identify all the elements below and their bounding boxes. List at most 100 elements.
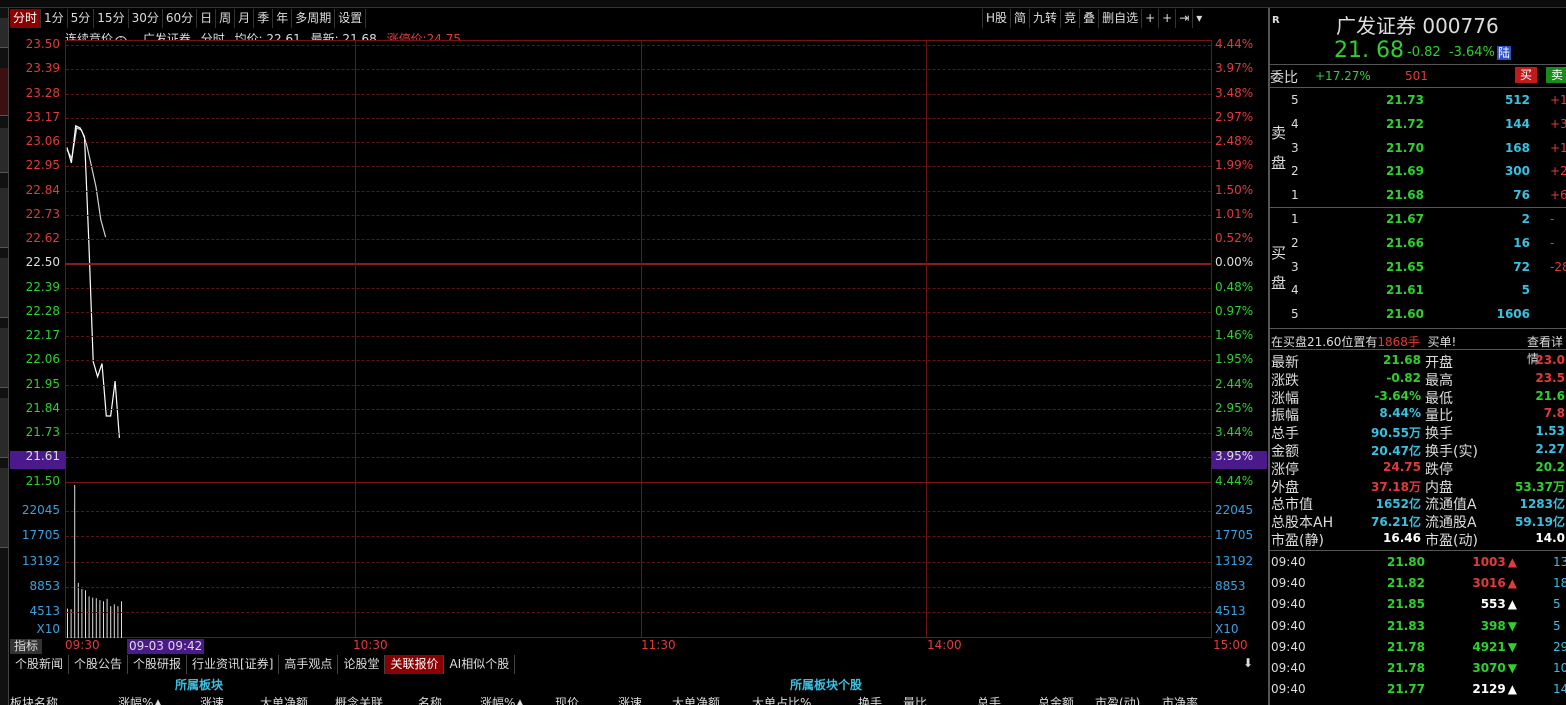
stat-value: 8.44% [1379, 406, 1421, 421]
stat-value: 20.47亿 [1371, 444, 1421, 458]
level-price: 21.67 [1386, 212, 1424, 226]
quote-stat-row: 市盈(静) 16.46 市盈(动) 14.0 [1271, 530, 1566, 549]
info-tab[interactable]: 论股堂 [338, 655, 386, 674]
download-icon[interactable]: ⬇ [1243, 656, 1253, 670]
stat-value: 24.75 [1383, 459, 1421, 474]
column-header[interactable]: 概念关联 [335, 694, 383, 705]
chart-tool-button[interactable]: ⇥ [1175, 9, 1192, 28]
time-axis: 09:30 10:30 11:30 14:00 15:00 [65, 638, 1265, 654]
info-tab[interactable]: 行业资讯[证券] [187, 655, 280, 674]
orderbook-row[interactable]: 2 21.69 300 +20 [1270, 160, 1566, 184]
intraday-chart[interactable] [65, 40, 1212, 638]
divider [1270, 328, 1566, 329]
sell-button[interactable]: 卖 [1546, 67, 1566, 83]
period-tab[interactable]: 30分 [129, 9, 163, 28]
info-tab[interactable]: 个股研报 [128, 655, 188, 674]
grid-line [66, 287, 1211, 289]
period-tab[interactable]: 多周期 [292, 9, 336, 28]
period-tab[interactable]: 周 [216, 9, 236, 28]
level: 3 [1291, 140, 1299, 155]
level-price: 21.66 [1386, 235, 1424, 250]
up-arrow-icon: ▲ [1507, 597, 1517, 612]
connect-badge: 陆 [1497, 46, 1512, 60]
column-header[interactable]: 涨幅%▲ [480, 694, 525, 705]
chart-tool-button[interactable]: 竞 [1060, 9, 1079, 28]
chart-tool-button[interactable]: + [1158, 9, 1175, 28]
orderbook-row[interactable]: 4 21.72 144 +3 [1270, 113, 1566, 137]
pct-tick-label: 3.44% [1215, 425, 1254, 439]
column-header[interactable]: 市盈(动) [1095, 694, 1140, 705]
volume-bar [85, 590, 86, 638]
stat-value: 14.0 [1535, 531, 1565, 545]
down-arrow-icon: ▼ [1507, 661, 1517, 675]
column-header[interactable]: 大单占比% [752, 694, 811, 705]
orderbook-row[interactable]: 3 21.65 72 -28 [1270, 256, 1566, 280]
orderbook-row[interactable]: 5 21.60 1606 [1270, 303, 1566, 327]
info-tab[interactable]: AI相似个股 [444, 655, 516, 674]
orderbook-row[interactable]: 2 21.66 16 - [1270, 232, 1566, 256]
orderbook-row[interactable]: 5 21.73 512 +12 [1270, 89, 1566, 113]
column-header[interactable]: 现价 [555, 694, 579, 705]
info-tab[interactable]: 高手观点 [279, 655, 339, 674]
column-header[interactable]: 涨速 [200, 694, 224, 705]
column-header[interactable]: 涨速 [618, 694, 642, 705]
stat-value: -3.64% [1374, 388, 1421, 403]
chart-tool-button[interactable]: 简 [1010, 9, 1029, 28]
period-tab[interactable]: 15分 [94, 9, 129, 28]
chart-tool-button[interactable]: H股 [982, 9, 1010, 28]
info-tab[interactable]: 个股新闻 [10, 655, 70, 674]
period-tab[interactable]: 月 [235, 9, 255, 28]
chart-tool-button[interactable]: + [1141, 9, 1158, 28]
column-header[interactable]: 板块名称 [10, 694, 58, 705]
buy-button[interactable]: 买 [1515, 67, 1538, 83]
period-tab[interactable]: 设置 [335, 9, 367, 28]
period-tab[interactable]: 1分 [41, 9, 68, 28]
column-header[interactable]: 总手 [977, 694, 1001, 705]
column-header[interactable]: 换手 [858, 694, 882, 705]
column-header[interactable]: 市净率 [1162, 694, 1198, 705]
level-price: 21.69 [1386, 164, 1424, 179]
trade-volume: 553 ▲ [1451, 597, 1517, 611]
level-volume: 5 [1521, 283, 1530, 298]
orderbook-row[interactable]: 4 21.61 5 [1270, 279, 1566, 303]
column-header[interactable]: 名称 [418, 694, 442, 705]
orderbook-row[interactable]: 1 21.67 2 - [1270, 208, 1566, 232]
period-tab[interactable]: 季 [254, 9, 274, 28]
column-header[interactable]: 大单净额 [672, 694, 720, 705]
column-header[interactable]: 量比 [903, 694, 927, 705]
chart-tool-button[interactable]: ▾ [1192, 9, 1205, 28]
period-tab[interactable]: 60分 [163, 9, 198, 28]
price-tick-label: 22.39 [25, 279, 60, 294]
stat-value: 53.37万 [1515, 479, 1565, 494]
info-tab[interactable]: 个股公告 [69, 655, 129, 674]
chart-tool-button[interactable]: 叠 [1079, 9, 1098, 28]
volume-bar [113, 604, 115, 638]
trade-volume: 2129 ▲ [1451, 682, 1517, 696]
column-header[interactable]: 总金额 [1038, 694, 1074, 705]
stat-value: 7.8 [1543, 406, 1565, 421]
pct-tick-label: 4.44% [1215, 473, 1254, 488]
volume-tick-label: 22045 [21, 503, 60, 517]
volume-bar [99, 600, 101, 638]
chart-tool-button[interactable]: 删自选 [1098, 9, 1141, 28]
period-tab[interactable]: 5分 [68, 9, 95, 28]
volume-bar [92, 597, 94, 638]
trade-volume-value: 4921 [1472, 639, 1506, 654]
pct-tick-label: 0.52% [1215, 231, 1254, 245]
period-tab[interactable]: 年 [273, 9, 293, 28]
period-tab[interactable]: 日 [197, 9, 217, 28]
column-header[interactable]: 大单净额 [260, 694, 308, 705]
grid-line [66, 45, 1211, 46]
volume-bar [88, 596, 90, 638]
column-header[interactable]: 涨幅%▲ [118, 694, 163, 705]
indicator-button[interactable]: 指标 [10, 639, 43, 654]
tick-trade-row: 09:40 21.85 553 ▲ 5 [1271, 594, 1566, 615]
orderbook-row[interactable]: 3 21.70 168 +15 [1270, 137, 1566, 161]
orderbook-row[interactable]: 1 21.68 76 +6 [1270, 184, 1566, 208]
period-tab[interactable]: 分时 [10, 9, 42, 28]
trade-count: 10 [1553, 661, 1566, 675]
chart-tool-button[interactable]: 九转 [1029, 9, 1060, 28]
volume-grid-line [66, 536, 1211, 537]
info-tab[interactable]: 关联报价 [385, 655, 445, 674]
up-arrow-icon: ▲ [1507, 576, 1517, 591]
